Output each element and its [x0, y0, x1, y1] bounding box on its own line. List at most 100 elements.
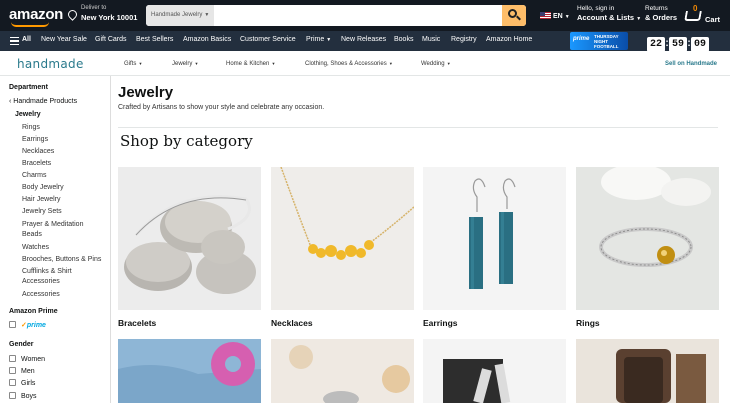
subcategory-prayer-meditation-beads[interactable]: Beads [22, 229, 42, 240]
handmade-menu-home-kitchen[interactable]: Home & Kitchen ▼ [226, 61, 275, 67]
nav-best-sellers[interactable]: Best Sellers [136, 36, 173, 43]
caret-down-icon: ▼ [326, 37, 332, 43]
category-label-bracelets[interactable]: Bracelets [118, 318, 156, 328]
nav-new-year-sale[interactable]: New Year Sale [41, 36, 87, 43]
gender-filter-heading: Gender [9, 341, 34, 348]
handmade-menu-wedding[interactable]: Wedding ▼ [421, 61, 451, 67]
returns-label: Returns [645, 5, 668, 12]
gender-girls-checkbox[interactable]: Girls [9, 379, 35, 387]
amazon-logo-text: amazon [9, 6, 64, 23]
search-button[interactable] [502, 5, 526, 26]
gender-men-checkbox[interactable]: Men [9, 367, 35, 375]
sell-on-handmade-link[interactable]: Sell on Handmade [665, 61, 717, 67]
nav-amazon-basics[interactable]: Amazon Basics [183, 36, 231, 43]
handmade-menu-clothing[interactable]: Clothing, Shoes & Accessories ▼ [305, 61, 393, 67]
category-tile-row2-3[interactable] [423, 339, 566, 403]
prime-logo-text: prime [26, 322, 46, 329]
checkbox [9, 367, 16, 374]
subcategory-necklaces[interactable]: Necklaces [22, 146, 54, 157]
necklace-image [271, 167, 414, 310]
search-input[interactable] [214, 5, 501, 26]
gender-women-checkbox[interactable]: Women [9, 355, 45, 363]
promo-prime-label: prime [573, 36, 590, 42]
earrings-image [423, 167, 566, 310]
prime-filter-heading: Amazon Prime [9, 308, 58, 315]
section-heading: Shop by category [120, 132, 253, 150]
cart-icon [684, 11, 702, 21]
subcategory-bracelets[interactable]: Bracelets [22, 158, 51, 169]
amazon-smile-icon [11, 22, 49, 27]
category-label-necklaces[interactable]: Necklaces [271, 318, 313, 328]
prime-filter-checkbox[interactable]: ✓prime [9, 321, 46, 329]
nav-prime[interactable]: Prime ▼ [306, 36, 331, 43]
category-tile-row2-4[interactable] [576, 339, 719, 403]
orders-label: & Orders [645, 13, 678, 22]
caret-down-icon: ▼ [564, 14, 570, 20]
nav-prime-label: Prime [306, 36, 325, 43]
checkbox [9, 392, 16, 399]
brooch-image [118, 339, 261, 403]
language-selector[interactable]: EN ▼ [540, 12, 570, 20]
search-icon-handle [516, 15, 521, 21]
handmade-menu-label: Clothing, Shoes & Accessories [305, 61, 387, 67]
department-heading: Department [9, 84, 48, 91]
promo-text: THURSDAY NIGHT FOOTBALL [594, 34, 619, 49]
top-nav: amazon Deliver to New York 10001 Handmad… [0, 0, 730, 31]
ring-image [576, 167, 719, 310]
category-tile-row2-2[interactable] [271, 339, 414, 403]
category-tile-rings[interactable] [576, 167, 719, 310]
handmade-nav: handmade Gifts ▼ Jewelry ▼ Home & Kitche… [0, 51, 730, 76]
caret-down-icon: ▼ [204, 12, 210, 18]
current-department: Jewelry [15, 111, 41, 118]
bracelet-image [118, 167, 261, 310]
subcategory-body-jewelry[interactable]: Body Jewelry [22, 182, 64, 193]
caret-down-icon: ▼ [137, 61, 143, 66]
subcategory-earrings[interactable]: Earrings [22, 134, 48, 145]
subcategory-rings[interactable]: Rings [22, 122, 40, 133]
cart-button[interactable]: 0 Cart [684, 4, 725, 26]
gender-label: Girls [21, 380, 36, 387]
subcategory-accessories[interactable]: Accessories [22, 289, 60, 300]
handmade-menu-jewelry[interactable]: Jewelry ▼ [172, 61, 198, 67]
stamped-jewelry-image [423, 339, 566, 403]
back-to-handmade-link[interactable]: ‹ Handmade Products [9, 98, 77, 105]
subcategory-cufflinks-accessories[interactable]: Accessories [22, 276, 60, 287]
subcategory-brooches[interactable]: Brooches, Buttons & Pins [22, 254, 101, 265]
returns-orders[interactable]: Returns & Orders [645, 5, 677, 22]
category-tile-earrings[interactable] [423, 167, 566, 310]
subcategory-charms[interactable]: Charms [22, 170, 47, 181]
us-flag-icon [540, 12, 551, 19]
caret-down-icon: ▼ [636, 16, 642, 22]
category-tile-bracelets[interactable] [118, 167, 261, 310]
prime-football-promo[interactable]: prime THURSDAY NIGHT FOOTBALL [570, 32, 628, 50]
search-department-select[interactable]: Handmade Jewelry ▼ [146, 5, 214, 26]
deliver-label: Deliver to [81, 5, 107, 11]
watch-image [576, 339, 719, 403]
nav-registry[interactable]: Registry [451, 36, 477, 43]
nav-music[interactable]: Music [422, 36, 440, 43]
all-menu-label: All [22, 36, 31, 43]
checkbox [9, 355, 16, 362]
checkbox [9, 379, 16, 386]
handmade-menu-gifts[interactable]: Gifts ▼ [124, 61, 142, 67]
gender-boys-checkbox[interactable]: Boys [9, 392, 37, 400]
nav-gift-cards[interactable]: Gift Cards [95, 36, 127, 43]
account-greeting: Hello, sign in [577, 5, 615, 12]
account-menu[interactable]: Hello, sign in Account & Lists ▼ [577, 5, 641, 22]
nav-customer-service[interactable]: Customer Service [240, 36, 296, 43]
secondary-nav: All New Year Sale Gift Cards Best Seller… [0, 31, 730, 52]
nav-books[interactable]: Books [394, 36, 413, 43]
page-subtitle: Crafted by Artisans to show your style a… [118, 104, 325, 111]
category-label-earrings[interactable]: Earrings [423, 318, 458, 328]
nav-amazon-home[interactable]: Amazon Home [486, 36, 532, 43]
category-tile-necklaces[interactable] [271, 167, 414, 310]
nav-new-releases[interactable]: New Releases [341, 36, 386, 43]
cart-label: Cart [705, 15, 721, 24]
countdown-timer: 22:59:09 [647, 33, 709, 52]
category-tile-row2-1[interactable] [118, 339, 261, 403]
handmade-logo[interactable]: handmade [17, 57, 84, 71]
subcategory-hair-jewelry[interactable]: Hair Jewelry [22, 194, 61, 205]
subcategory-watches[interactable]: Watches [22, 242, 49, 253]
subcategory-jewelry-sets[interactable]: Jewelry Sets [22, 206, 62, 217]
category-label-rings[interactable]: Rings [576, 318, 600, 328]
